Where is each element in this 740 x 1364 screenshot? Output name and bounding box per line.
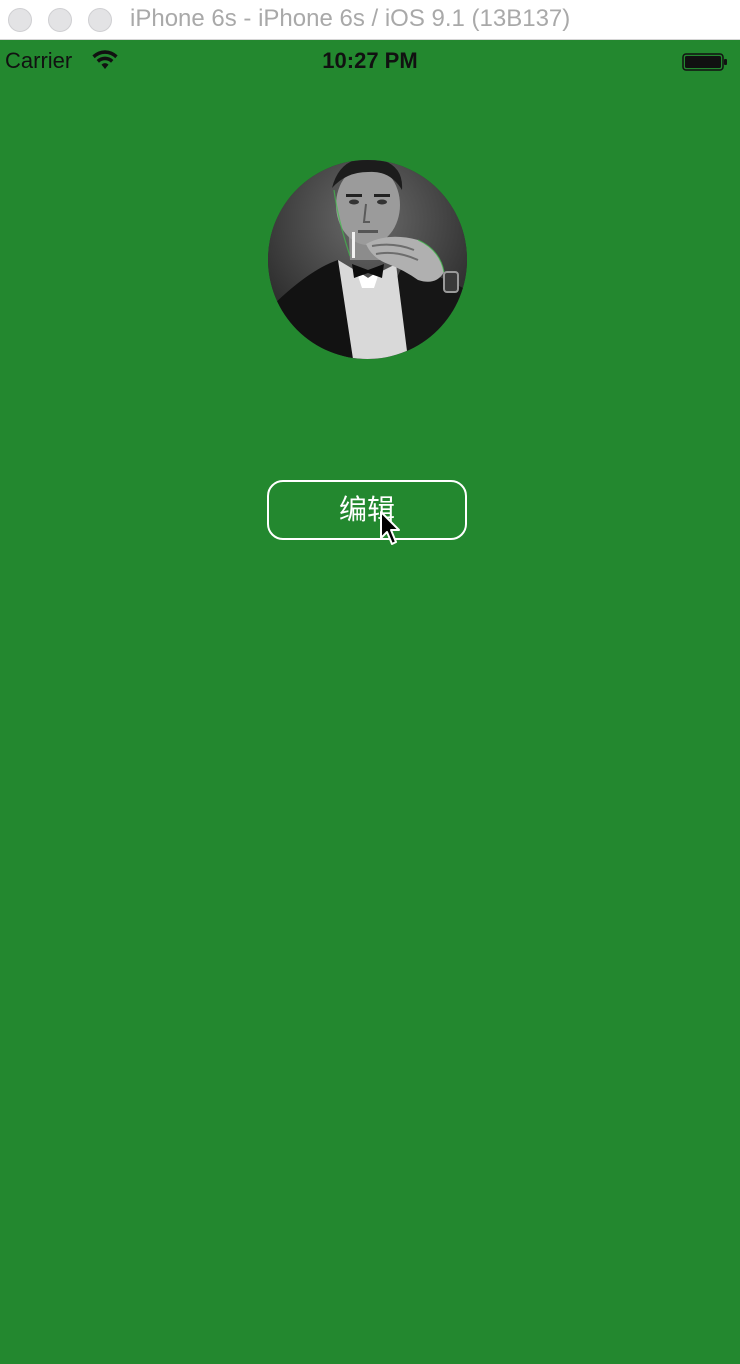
status-bar: Carrier 10:27 PM [0, 41, 740, 81]
zoom-window-button[interactable] [88, 8, 112, 32]
simulator-window: iPhone 6s - iPhone 6s / iOS 9.1 (13B137)… [0, 0, 740, 1364]
battery-icon [682, 53, 727, 71]
edit-button[interactable]: 编辑 [267, 480, 467, 540]
close-window-button[interactable] [8, 8, 32, 32]
avatar[interactable] [268, 160, 467, 359]
window-title-bar: iPhone 6s - iPhone 6s / iOS 9.1 (13B137) [0, 0, 740, 40]
window-title: iPhone 6s - iPhone 6s / iOS 9.1 (13B137) [130, 5, 571, 32]
minimize-window-button[interactable] [48, 8, 72, 32]
status-time: 10:27 PM [322, 48, 418, 73]
avatar-photo [268, 160, 467, 359]
